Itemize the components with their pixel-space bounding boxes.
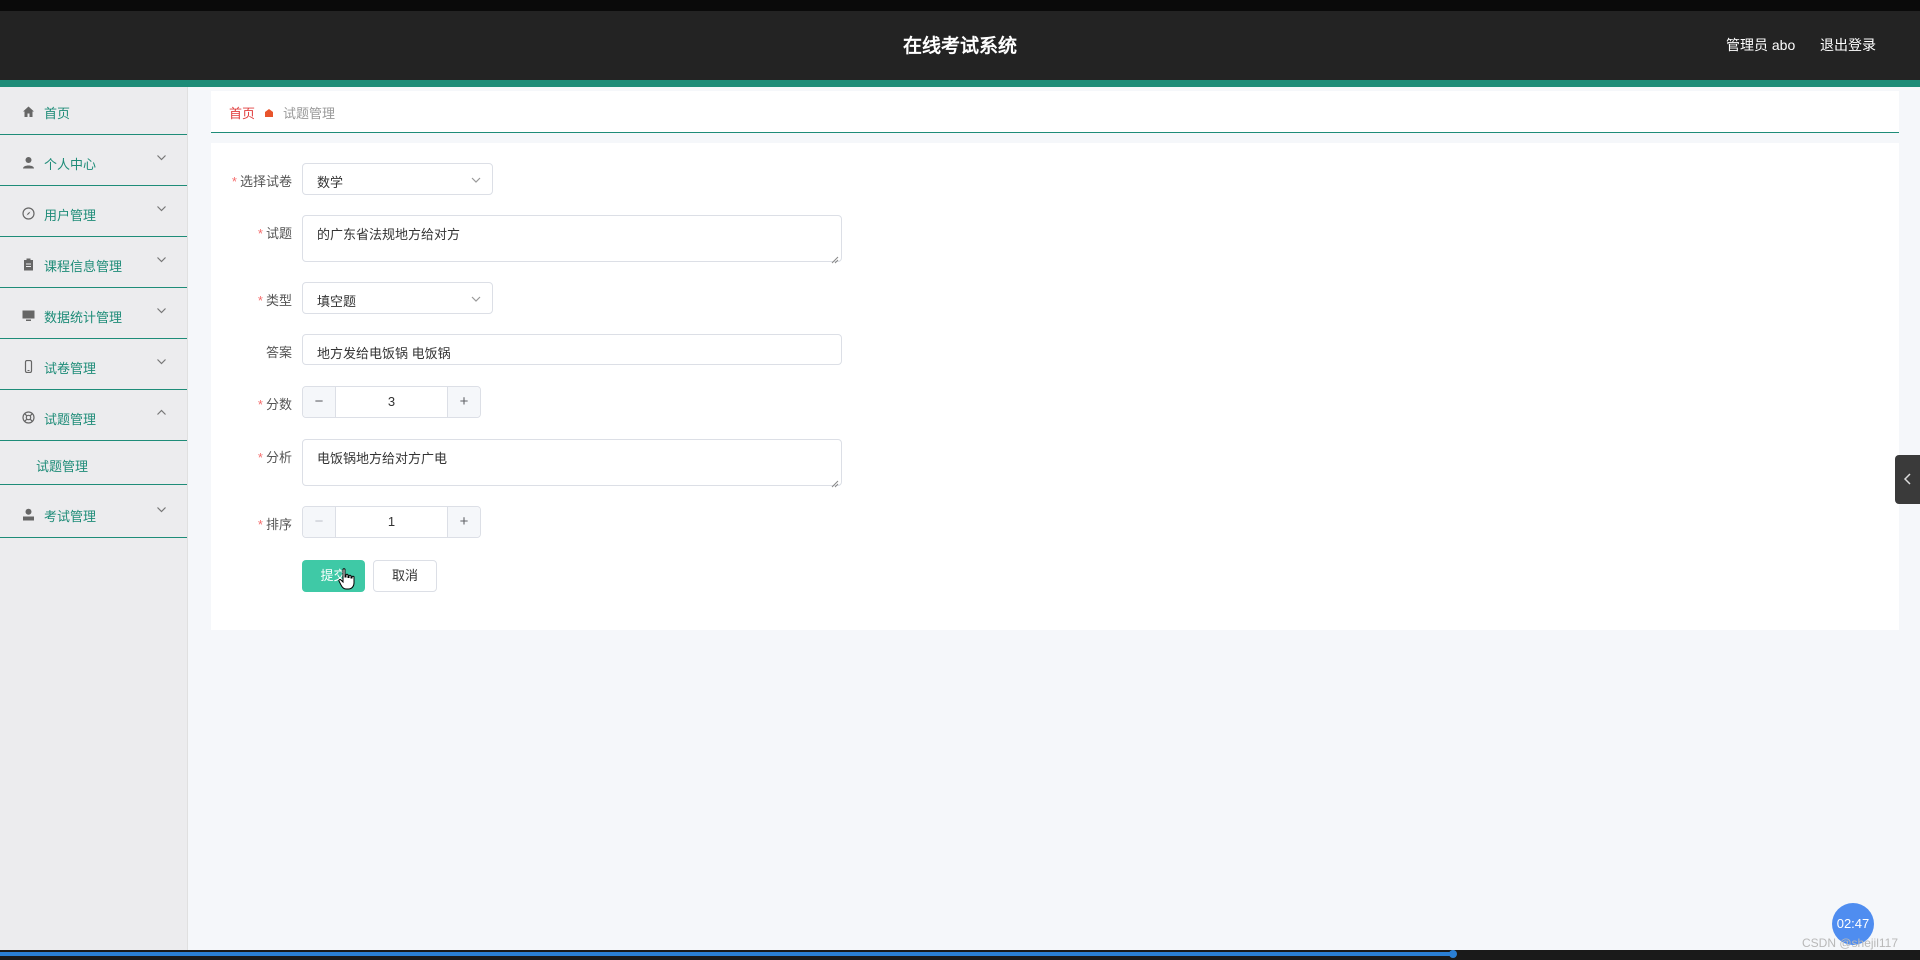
breadcrumb-current: 试题管理 xyxy=(283,106,336,121)
person-icon xyxy=(22,156,35,169)
chevron-down-icon xyxy=(156,152,167,166)
chevron-down-icon xyxy=(156,356,167,370)
monitor-icon xyxy=(22,309,35,322)
side-panel-toggle[interactable] xyxy=(1895,455,1920,504)
sidebar-item-question-management[interactable]: 试题管理 xyxy=(0,393,187,441)
sidebar-item-data-stats[interactable]: 数据统计管理 xyxy=(0,291,187,339)
score-label: * 分数 xyxy=(257,397,292,412)
analysis-textarea-value: 电饭锅地方给对方广电 xyxy=(317,451,448,466)
current-user: 管理员 abo xyxy=(1726,37,1796,53)
breadcrumb-home[interactable]: 首页 xyxy=(229,103,255,122)
sidebar-item-paper-management[interactable]: 试卷管理 xyxy=(0,342,187,390)
chevron-left-icon xyxy=(1903,473,1911,485)
paper-label: * 选择试卷 xyxy=(231,174,292,189)
logout-link[interactable]: 退出登录 xyxy=(1820,35,1876,55)
type-label: * 类型 xyxy=(257,293,292,308)
resize-grip-icon[interactable] xyxy=(831,475,839,488)
answer-input-value: 地方发给电饭锅 电饭锅 xyxy=(317,346,451,361)
sidebar-item-label: 试卷管理 xyxy=(44,361,97,376)
analysis-label: * 分析 xyxy=(257,450,292,465)
sidebar-subitem-question-management[interactable]: 试题管理 xyxy=(0,443,187,485)
chevron-up-icon xyxy=(156,407,167,421)
header-accent-line xyxy=(0,80,1920,87)
sidebar-item-home[interactable]: 首页 xyxy=(0,87,187,135)
paper-select-value: 数学 xyxy=(317,175,344,190)
question-textarea-value: 的广东省法规地方给对方 xyxy=(317,227,461,242)
order-decrease-button[interactable]: − xyxy=(303,507,336,537)
sidebar-item-course-info[interactable]: 课程信息管理 xyxy=(0,240,187,288)
user-icon xyxy=(22,508,35,521)
sidebar-subitem-label: 试题管理 xyxy=(36,459,89,474)
clipboard-icon xyxy=(22,258,35,271)
top-edge-bar xyxy=(0,0,1920,11)
sidebar-item-label: 考试管理 xyxy=(44,509,97,524)
score-decrease-button[interactable]: − xyxy=(303,387,336,417)
watermark: CSDN @shejil117 xyxy=(1802,936,1898,950)
help-icon xyxy=(22,411,35,424)
hand-cursor-icon xyxy=(338,568,356,590)
chevron-down-icon xyxy=(156,504,167,518)
sidebar-item-label: 个人中心 xyxy=(44,157,97,172)
order-label: * 排序 xyxy=(257,517,292,532)
question-label: * 试题 xyxy=(257,226,292,241)
paper-select[interactable]: 数学 xyxy=(302,163,493,195)
breadcrumb-separator-icon xyxy=(264,105,274,117)
resize-grip-icon[interactable] xyxy=(831,251,839,264)
answer-input[interactable]: 地方发给电饭锅 电饭锅 xyxy=(302,334,842,365)
chevron-down-icon xyxy=(156,203,167,217)
breadcrumb: 首页 试题管理 xyxy=(211,91,1899,133)
home-icon xyxy=(22,105,35,118)
score-increase-button[interactable]: + xyxy=(447,387,480,417)
video-progress-handle[interactable] xyxy=(1449,950,1458,958)
sidebar-item-label: 课程信息管理 xyxy=(44,259,123,274)
video-progress-bar[interactable] xyxy=(0,950,1920,960)
type-select-value: 填空题 xyxy=(317,294,357,309)
order-value: 1 xyxy=(387,514,396,529)
sidebar-item-label: 数据统计管理 xyxy=(44,310,123,325)
sidebar-item-label: 用户管理 xyxy=(44,208,97,223)
score-value: 3 xyxy=(387,394,396,409)
order-stepper[interactable]: − 1 + xyxy=(302,506,481,538)
sidebar-item-personal-center[interactable]: 个人中心 xyxy=(0,138,187,186)
question-textarea[interactable]: 的广东省法规地方给对方 xyxy=(302,215,842,264)
score-stepper[interactable]: − 3 + xyxy=(302,386,481,418)
analysis-textarea[interactable]: 电饭锅地方给对方广电 xyxy=(302,439,842,488)
phone-icon xyxy=(22,359,35,374)
chevron-down-icon xyxy=(470,173,482,185)
video-progress-fill xyxy=(0,952,1454,956)
sidebar-item-label: 首页 xyxy=(44,106,71,121)
cancel-button[interactable]: 取消 xyxy=(373,560,437,592)
type-select[interactable]: 填空题 xyxy=(302,282,493,314)
answer-label: 答案 xyxy=(265,345,292,360)
order-increase-button[interactable]: + xyxy=(447,507,480,537)
sidebar-item-exam-management[interactable]: 考试管理 xyxy=(0,490,187,538)
chevron-down-icon xyxy=(156,254,167,268)
chevron-down-icon xyxy=(470,292,482,304)
compass-icon xyxy=(22,207,35,220)
sidebar-item-label: 试题管理 xyxy=(44,412,97,427)
chevron-down-icon xyxy=(156,305,167,319)
app-title: 在线考试系统 xyxy=(902,36,1017,57)
sidebar: 首页 个人中心 用户管理 课程信息管理 数据统计管理 试卷管理 试题管理 试题管… xyxy=(0,87,188,950)
sidebar-item-user-management[interactable]: 用户管理 xyxy=(0,189,187,237)
